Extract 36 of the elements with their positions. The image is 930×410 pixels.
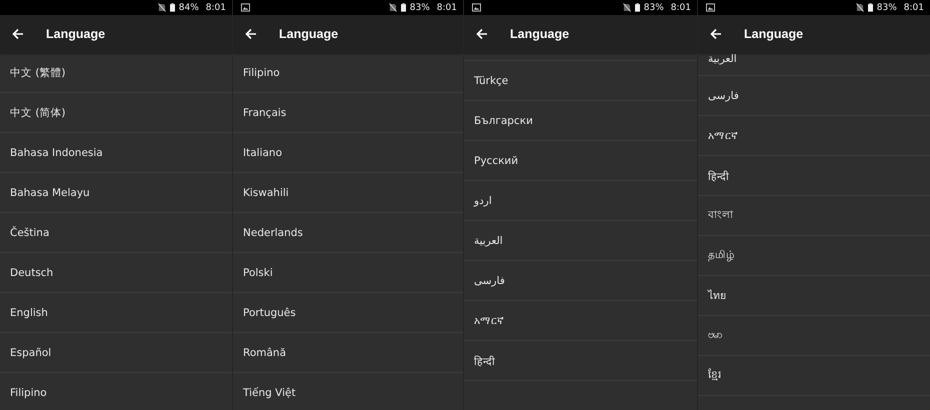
image-icon <box>706 3 715 12</box>
battery-percent: 83% <box>410 2 430 12</box>
clock: 8:01 <box>670 2 691 12</box>
screen-title: Language <box>510 27 570 41</box>
language-option[interactable]: አማርኛ <box>698 116 930 156</box>
screen-title: Language <box>46 27 106 41</box>
no-sim-icon <box>388 3 397 12</box>
no-sim-icon <box>622 3 631 12</box>
language-option[interactable]: हिन्दी <box>698 156 930 196</box>
back-arrow-icon[interactable] <box>710 28 722 40</box>
battery-icon <box>634 3 640 12</box>
image-icon <box>472 3 481 12</box>
battery-icon <box>170 3 175 12</box>
language-option[interactable]: ဗမာ <box>698 316 930 356</box>
battery-icon <box>400 3 406 12</box>
screen-title: Language <box>744 27 804 41</box>
battery-percent: 83% <box>876 2 897 12</box>
back-arrow-icon[interactable] <box>476 28 488 40</box>
no-sim-icon <box>856 3 864 12</box>
language-option[interactable]: العربية <box>698 53 930 76</box>
language-option[interactable]: ไทย <box>698 276 930 316</box>
image-icon <box>241 3 250 12</box>
clock: 8:01 <box>206 2 226 12</box>
language-option[interactable]: தமிழ் <box>698 236 930 276</box>
no-sim-icon <box>158 3 166 12</box>
clock: 8:01 <box>436 2 457 12</box>
back-arrow-icon[interactable] <box>12 28 24 40</box>
clock: 8:01 <box>904 2 924 12</box>
language-option[interactable]: فارسی <box>698 76 930 116</box>
language-option[interactable]: বাংলা <box>698 196 930 236</box>
language-option[interactable]: ខ្មែរ <box>698 356 930 396</box>
back-arrow-icon[interactable] <box>245 28 257 40</box>
battery-percent: 84% <box>178 2 199 12</box>
battery-icon <box>868 3 873 12</box>
battery-percent: 83% <box>644 2 664 12</box>
screen-title: Language <box>279 27 338 41</box>
